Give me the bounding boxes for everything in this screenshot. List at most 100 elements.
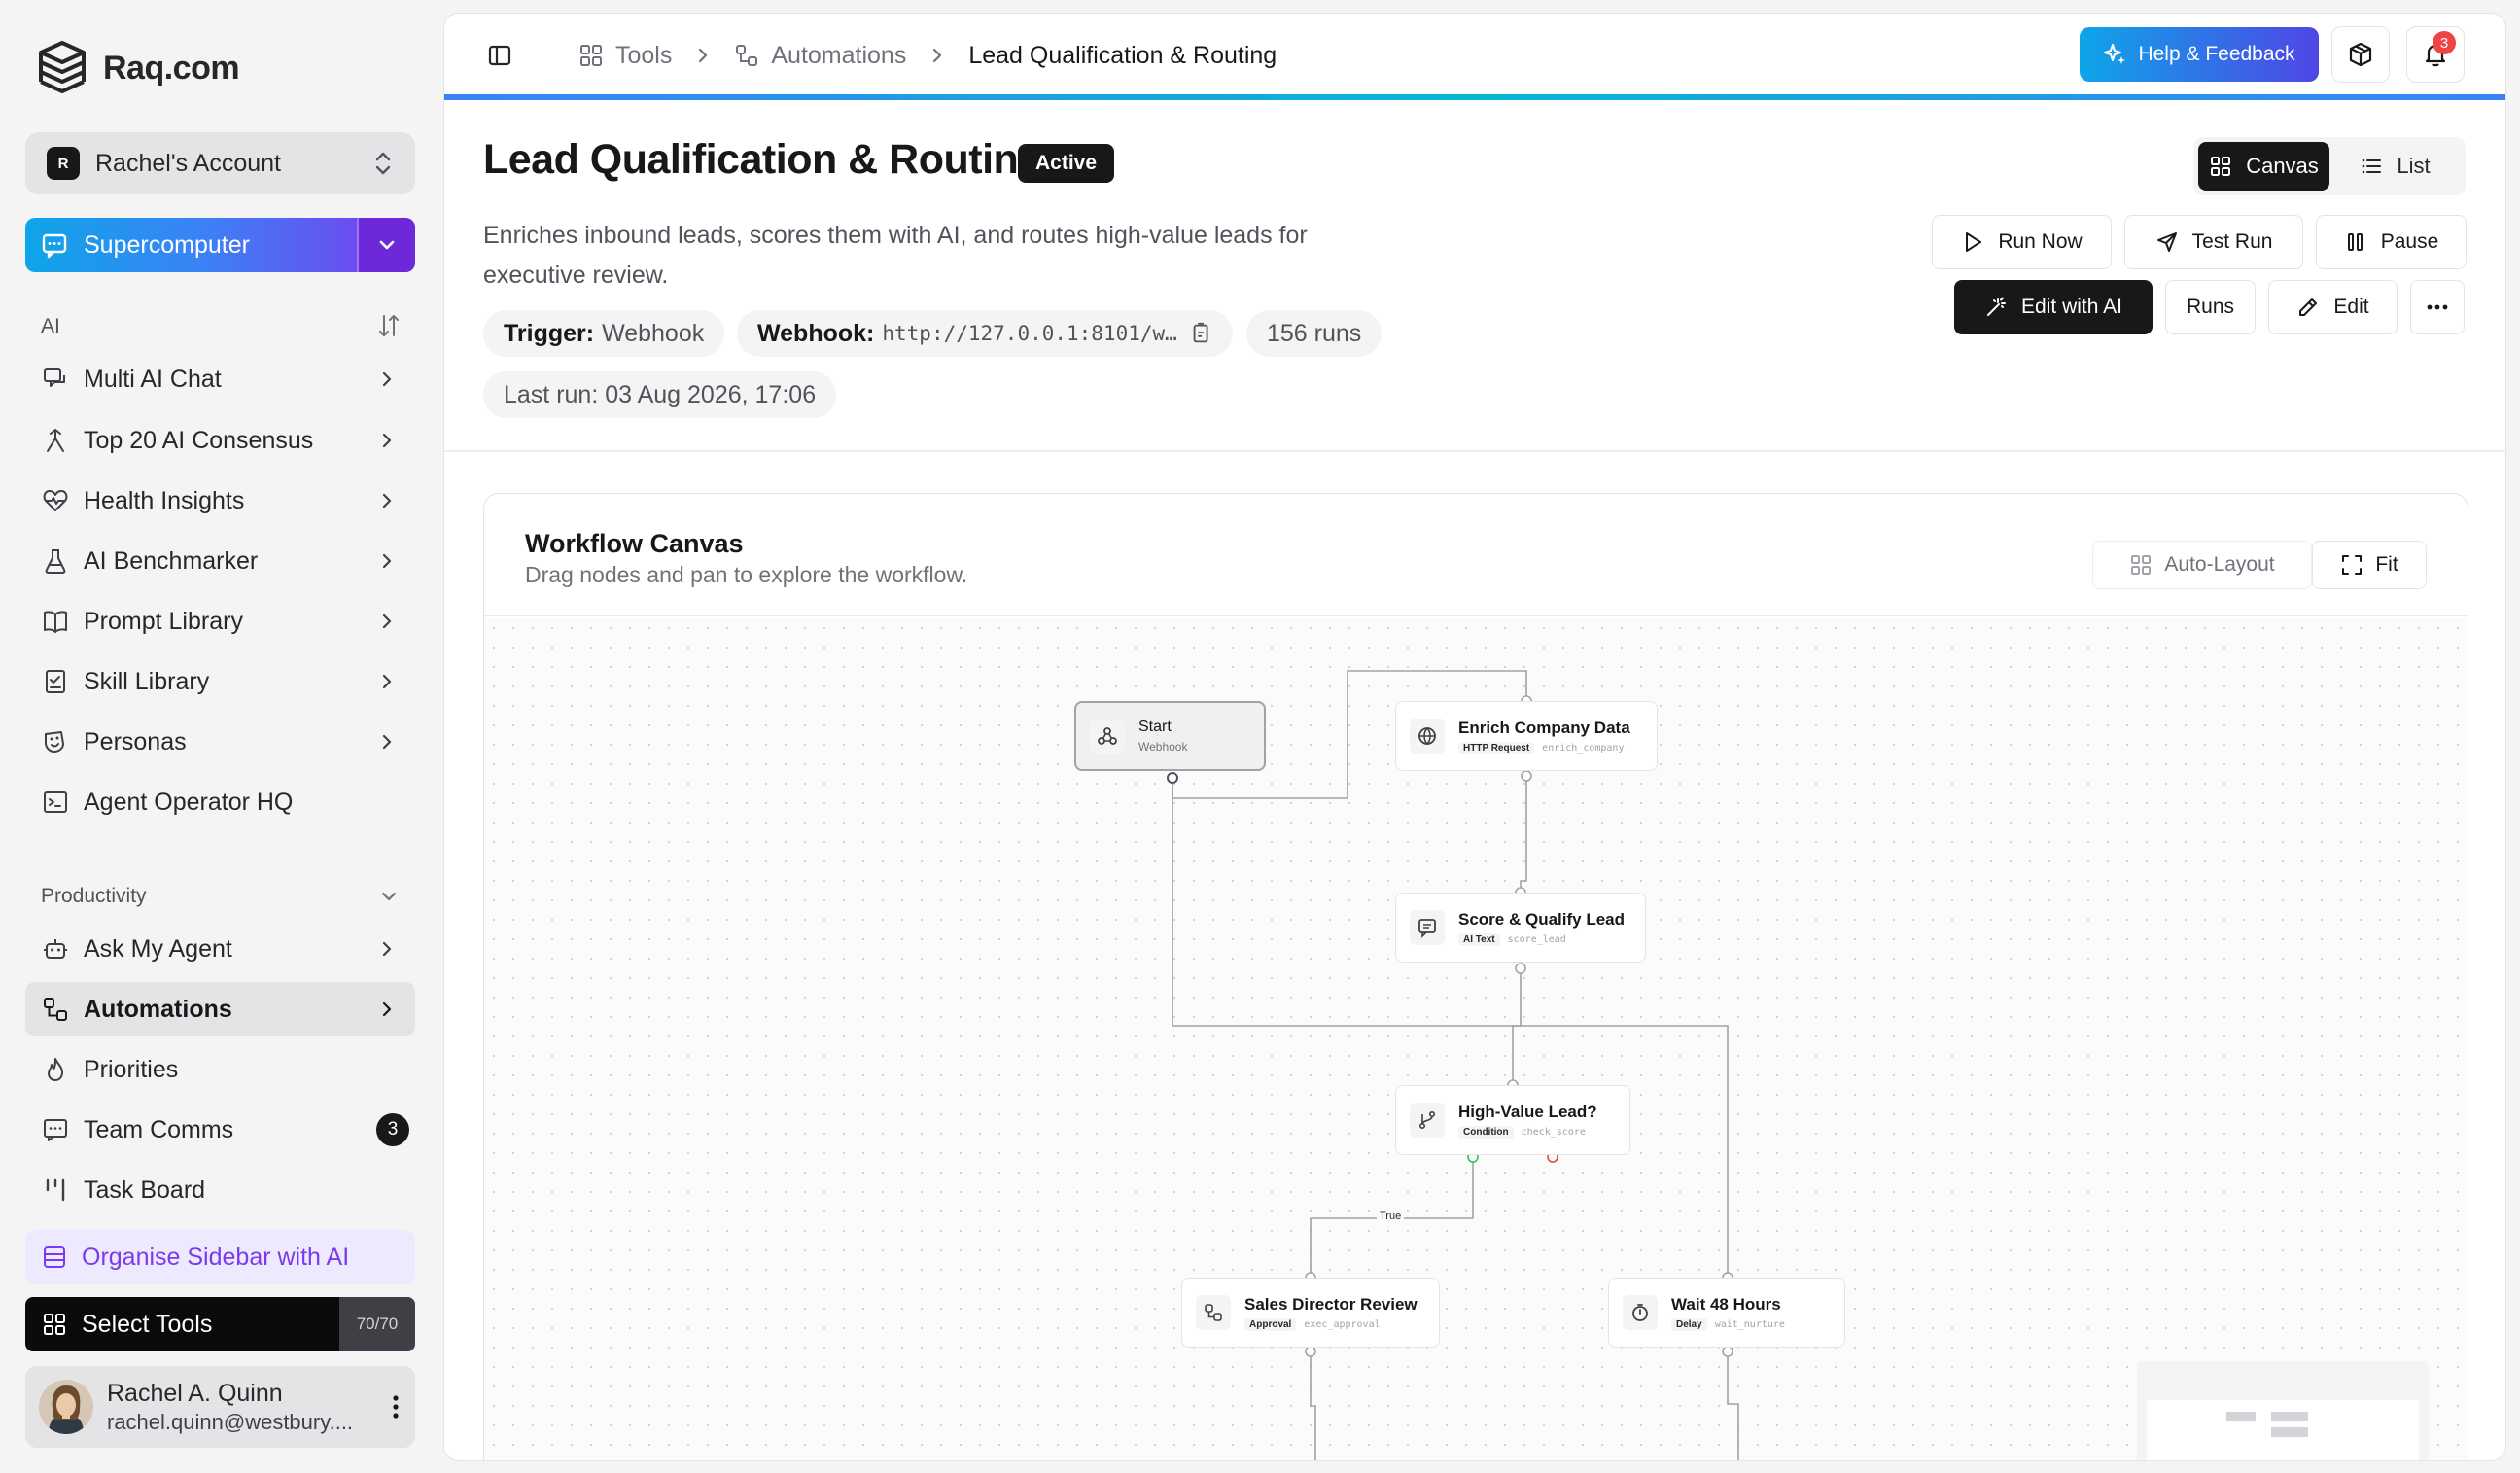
notifications-button[interactable]: 3 — [2406, 26, 2465, 83]
sidebar-item-agent-operator-hq[interactable]: Agent Operator HQ — [25, 775, 415, 829]
sidebar-item-priorities[interactable]: Priorities — [25, 1042, 415, 1097]
minimap-node — [2271, 1427, 2308, 1437]
sidebar-item-personas[interactable]: Personas — [25, 715, 415, 769]
heart-pulse-icon — [41, 486, 70, 515]
maximize-icon — [2342, 555, 2362, 575]
account-name: Rachel's Account — [95, 149, 281, 177]
workflow-node-high-value-lead[interactable]: High-Value Lead? Condition check_score — [1395, 1085, 1630, 1155]
edge-score-condition — [1512, 968, 1522, 1085]
more-actions-button[interactable] — [2410, 280, 2465, 334]
chat-icon — [41, 365, 70, 394]
package-button[interactable] — [2331, 26, 2390, 83]
account-switcher[interactable]: R Rachel's Account — [25, 132, 415, 194]
chevron-right-icon — [372, 727, 402, 756]
test-run-label: Test Run — [2191, 230, 2273, 253]
sidebar-item-ai-benchmarker[interactable]: AI Benchmarker — [25, 534, 415, 588]
runs-button[interactable]: Runs — [2165, 280, 2256, 334]
handle — [1521, 770, 1532, 782]
send-icon — [2156, 232, 2177, 252]
user-profile[interactable]: Rachel A. Quinn rachel.quinn@westbury...… — [25, 1366, 415, 1448]
select-tools-button[interactable]: Select Tools 70/70 — [25, 1297, 415, 1351]
supercomputer-dropdown[interactable] — [357, 218, 415, 272]
more-vertical-icon[interactable] — [376, 1394, 415, 1420]
chevron-right-icon — [372, 546, 402, 576]
sidebar-item-ask-my-agent[interactable]: Ask My Agent — [25, 922, 415, 976]
sidebar-item-label: AI Benchmarker — [84, 546, 259, 575]
run-now-button[interactable]: Run Now — [1932, 215, 2112, 269]
workflow-node-score-qualify-lead[interactable]: Score & Qualify Lead AI Text score_lead — [1395, 893, 1646, 963]
workflow-node-sales-director-review[interactable]: Sales Director Review Approval exec_appr… — [1181, 1278, 1440, 1348]
breadcrumb-tools[interactable]: Tools — [578, 42, 672, 70]
pencil-icon — [2299, 298, 2318, 316]
chevrons-up-down-icon — [375, 152, 391, 175]
node-title: Score & Qualify Lead — [1458, 909, 1625, 929]
sidebar-toggle-icon[interactable] — [485, 41, 514, 70]
sidebar-item-label: Multi AI Chat — [84, 365, 222, 393]
runs-count: 156 runs — [1267, 319, 1362, 347]
supercomputer-button[interactable]: Supercomputer — [25, 218, 415, 272]
bot-icon — [41, 934, 70, 964]
sidebar-item-skill-library[interactable]: Skill Library — [25, 654, 415, 709]
chevron-right-icon — [699, 48, 708, 63]
webhook-pill: Webhook: http://127.0.0.1:8101/w… — [737, 310, 1233, 357]
fit-label: Fit — [2375, 553, 2398, 576]
help-feedback-button[interactable]: Help & Feedback — [2080, 27, 2319, 82]
webhook-url: http://127.0.0.1:8101/w… — [882, 322, 1177, 345]
organise-sidebar-button[interactable]: Organise Sidebar with AI — [25, 1230, 415, 1284]
runs-label: Runs — [2186, 296, 2235, 318]
sidebar-item-task-board[interactable]: Task Board — [25, 1163, 415, 1217]
terminal-icon — [41, 788, 70, 817]
canvas-view-tab[interactable]: Canvas — [2198, 142, 2329, 191]
list-view-label: List — [2397, 154, 2431, 178]
breadcrumb: Tools Automations Lead Qualification & R… — [578, 35, 1277, 76]
last-run: Last run: 03 Aug 2026, 17:06 — [504, 380, 817, 408]
node-id: exec_approval — [1304, 1318, 1381, 1330]
minimap-node — [2271, 1412, 2308, 1421]
workflow-node-enrich-company-data[interactable]: Enrich Company Data HTTP Request enrich_… — [1395, 701, 1658, 771]
auto-layout-button[interactable]: Auto-Layout — [2092, 541, 2312, 589]
sidebar-item-top-20-ai-consensus[interactable]: Top 20 AI Consensus — [25, 413, 415, 468]
list-view-tab[interactable]: List — [2329, 142, 2461, 191]
workflow-node-wait-48-hours[interactable]: Wait 48 Hours Delay wait_nurture — [1608, 1278, 1845, 1348]
sidebar-item-label: Automations — [84, 995, 232, 1023]
workflow-canvas[interactable]: True Start Webhook Enrich Company Data H… — [484, 618, 2468, 1460]
select-tools-label: Select Tools — [82, 1310, 213, 1338]
breadcrumb-automations[interactable]: Automations — [734, 42, 906, 70]
node-id: wait_nurture — [1714, 1318, 1785, 1330]
consensus-icon — [41, 426, 70, 455]
sort-icon[interactable] — [377, 313, 401, 338]
sidebar-item-health-insights[interactable]: Health Insights — [25, 473, 415, 528]
pause-button[interactable]: Pause — [2316, 215, 2467, 269]
canvas-minimap[interactable] — [2137, 1361, 2429, 1460]
last-run-pill: Last run: 03 Aug 2026, 17:06 — [483, 371, 837, 418]
handle — [1515, 963, 1526, 974]
chevron-right-icon — [372, 426, 402, 455]
sidebar-item-prompt-library[interactable]: Prompt Library — [25, 594, 415, 649]
sidebar-item-automations[interactable]: Automations — [25, 982, 415, 1036]
edit-with-ai-button[interactable]: Edit with AI — [1954, 280, 2152, 334]
user-name: Rachel A. Quinn — [107, 1379, 283, 1407]
copy-icon[interactable] — [1189, 321, 1212, 346]
timer-icon — [1623, 1295, 1658, 1330]
node-title: Sales Director Review — [1244, 1294, 1418, 1314]
workflow-node-start[interactable]: Start Webhook — [1074, 701, 1266, 771]
workflow-icon — [736, 45, 758, 66]
sparkles-icon — [2104, 44, 2126, 64]
chevron-right-icon — [372, 667, 402, 696]
fit-button[interactable]: Fit — [2312, 541, 2427, 589]
list-icon — [2362, 158, 2382, 174]
chevron-down-icon[interactable] — [377, 885, 401, 908]
test-run-button[interactable]: Test Run — [2124, 215, 2303, 269]
handle — [1167, 772, 1178, 784]
flame-icon — [41, 1055, 70, 1084]
brand[interactable]: Raq.com — [35, 39, 240, 97]
node-type-badge: HTTP Request — [1458, 741, 1535, 754]
header-accent-line — [444, 94, 2505, 100]
more-horizontal-icon — [2427, 304, 2448, 310]
workflow-description: Enriches inbound leads, scores them with… — [483, 222, 1308, 289]
sidebar-item-team-comms[interactable]: Team Comms 3 — [25, 1103, 415, 1157]
sidebar-item-multi-ai-chat[interactable]: Multi AI Chat — [25, 352, 415, 406]
edit-button[interactable]: Edit — [2268, 280, 2398, 334]
breadcrumb-current: Lead Qualification & Routing — [968, 41, 1278, 69]
runs-count-pill: 156 runs — [1246, 310, 1382, 357]
